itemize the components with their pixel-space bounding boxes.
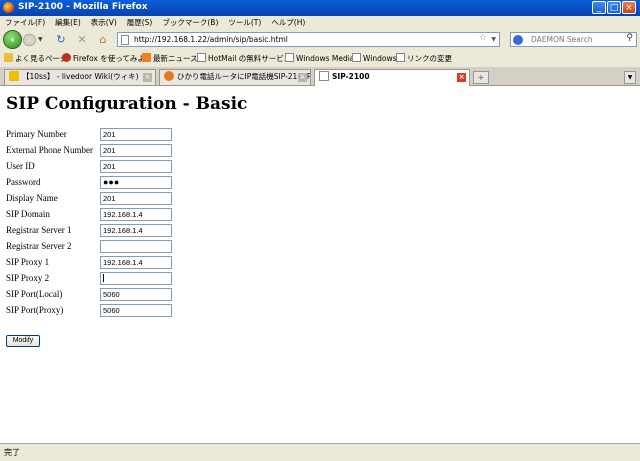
field-label: External Phone Number [6,145,93,155]
firefox-bookmark-icon [62,53,71,62]
page-icon [121,35,129,45]
sip-domain-input[interactable]: 192.168.1.4 [100,208,172,221]
bookmark-getting-started[interactable]: Firefox を使ってみよう [62,52,152,65]
sip-proxy-1-input[interactable]: 192.168.1.4 [100,256,172,269]
field-label: SIP Port(Proxy) [6,305,64,315]
maximize-button[interactable]: □ [607,1,621,14]
folder-icon [4,53,13,62]
sip-port-proxy-input[interactable]: 5060 [100,304,172,317]
window-title: SIP-2100 - Mozilla Firefox [18,2,148,12]
url-dropdown-icon[interactable]: ▼ [491,36,496,43]
status-text: 完了 [4,448,20,457]
menu-tools[interactable]: ツール(T) [223,16,266,29]
external-phone-number-input[interactable]: 201 [100,144,172,157]
close-button[interactable]: × [622,1,636,14]
page-icon [396,53,405,62]
back-button[interactable]: ‹ [3,30,22,49]
modify-button[interactable]: Modify [6,335,40,347]
page-icon [285,53,294,62]
url-text[interactable]: http://192.168.1.22/admin/sip/basic.html [134,35,288,44]
navigation-toolbar: ‹ › ▼ ↻ ✕ ⌂ http://192.168.1.22/admin/si… [0,29,640,50]
bookmark-customize-links[interactable]: リンクの変更 [396,52,452,65]
password-input[interactable]: ●●● [100,176,172,189]
sip-port-local-input[interactable]: 5060 [100,288,172,301]
page-icon [352,53,361,62]
bookmark-hotmail[interactable]: HotMail の無料サービス [197,52,291,65]
field-label: SIP Domain [6,209,50,219]
page-content: SIP Configuration - Basic Primary Number… [0,86,640,443]
tab-hikari-article[interactable]: ひかり電話ルータにIP電話機SIP-2100P... × [159,69,311,85]
tab-strip: 【10ss】 - livedoor Wiki(ウィキ) × ひかり電話ルータにI… [0,67,640,86]
search-icon[interactable]: ⚲ [626,33,633,43]
tab-close-icon[interactable]: × [457,73,466,82]
menu-bar: ファイル(F) 編集(E) 表示(V) 履歴(S) ブックマーク(B) ツール(T) ヘルプ… [0,16,640,29]
page-title: SIP Configuration - Basic [6,94,248,114]
menu-help[interactable]: ヘルプ(H) [266,16,310,29]
new-tab-button[interactable]: + [473,71,489,84]
registrar-server-2-input[interactable] [100,240,172,253]
page-icon [197,53,206,62]
registrar-server-1-input[interactable]: 192.168.1.4 [100,224,172,237]
tab-livedoor-wiki[interactable]: 【10ss】 - livedoor Wiki(ウィキ) × [4,69,156,85]
field-label: Display Name [6,193,58,203]
bookmark-windows-media[interactable]: Windows Media [285,52,354,65]
bookmark-latest-news[interactable]: 最新ニュース [142,52,198,65]
bookmarks-toolbar: よく見るページ Firefox を使ってみよう 最新ニュース HotMail の… [0,50,640,67]
search-engine-icon[interactable] [513,35,523,45]
tab-sip-2100[interactable]: SIP-2100 × [314,69,470,86]
menu-history[interactable]: 履歴(S) [122,16,158,29]
field-label: Registrar Server 1 [6,225,72,235]
field-label: Password [6,177,41,187]
bookmark-star-icon[interactable]: ☆ [479,33,487,43]
menu-bookmarks[interactable]: ブックマーク(B) [157,16,223,29]
sip-proxy-2-input[interactable] [100,272,172,285]
minimize-button[interactable]: _ [592,1,606,14]
stop-icon[interactable]: ✕ [75,33,89,47]
forward-button[interactable]: › [23,34,36,46]
reload-icon[interactable]: ↻ [54,33,68,47]
bookmark-most-visited[interactable]: よく見るページ [4,52,67,65]
search-input[interactable]: DAEMON Search [531,35,593,44]
tab-list-icon[interactable]: ▼ [624,71,636,84]
primary-number-input[interactable]: 201 [100,128,172,141]
menu-edit[interactable]: 編集(E) [50,16,86,29]
history-dropdown-icon[interactable]: ▼ [38,36,43,43]
bookmark-windows[interactable]: Windows [352,52,396,65]
wiki-favicon-icon [9,71,19,81]
forward-arrow-icon: › [28,36,31,44]
tab-close-icon[interactable]: × [298,73,307,82]
field-label: SIP Proxy 1 [6,257,50,267]
field-label: Primary Number [6,129,67,139]
back-arrow-icon: ‹ [10,33,15,46]
field-label: SIP Proxy 2 [6,273,50,283]
firefox-icon [3,2,14,13]
display-name-input[interactable]: 201 [100,192,172,205]
menu-file[interactable]: ファイル(F) [0,16,50,29]
window-titlebar: SIP-2100 - Mozilla Firefox _ □ × [0,0,640,16]
text-caret [103,274,104,282]
field-label: SIP Port(Local) [6,289,63,299]
menu-view[interactable]: 表示(V) [86,16,122,29]
page-favicon-icon [319,71,329,81]
tab-close-icon[interactable]: × [143,73,152,82]
address-bar[interactable]: http://192.168.1.22/admin/sip/basic.html… [117,32,500,47]
home-icon[interactable]: ⌂ [96,33,110,47]
search-box[interactable]: DAEMON Search ⚲ [510,32,637,47]
field-label: User ID [6,161,35,171]
field-label: Registrar Server 2 [6,241,72,251]
status-bar: 完了 [0,443,640,461]
rss-icon [142,53,151,62]
blog-favicon-icon [164,71,174,81]
user-id-input[interactable]: 201 [100,160,172,173]
